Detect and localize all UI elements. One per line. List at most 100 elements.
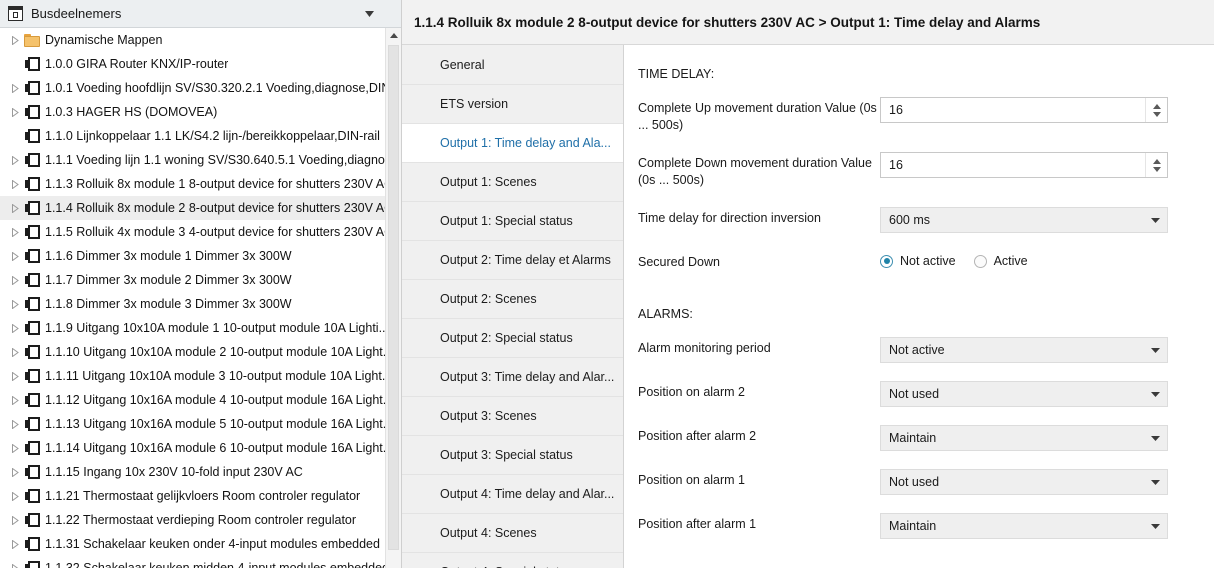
tab-label: Output 1: Scenes xyxy=(440,175,537,189)
tree-row[interactable]: 1.1.3 Rolluik 8x module 1 8-output devic… xyxy=(0,172,385,196)
expand-arrow-icon[interactable] xyxy=(7,536,23,552)
secured-down-label: Secured Down xyxy=(638,251,880,271)
expand-arrow-icon[interactable] xyxy=(7,272,23,288)
expand-arrow-icon[interactable] xyxy=(7,224,23,240)
chevron-down-icon[interactable] xyxy=(1143,480,1167,485)
expand-arrow-icon[interactable] xyxy=(7,416,23,432)
up-duration-value[interactable]: 16 xyxy=(881,103,1145,117)
expand-arrow-icon[interactable] xyxy=(7,32,23,48)
tab-output-3-special-status[interactable]: Output 3: Special status xyxy=(402,436,623,475)
down-duration-value[interactable]: 16 xyxy=(881,158,1145,172)
tree-row[interactable]: 1.1.5 Rolluik 4x module 3 4-output devic… xyxy=(0,220,385,244)
tree-row[interactable]: 1.1.8 Dimmer 3x module 3 Dimmer 3x 300W xyxy=(0,292,385,316)
tab-output-3-time-delay-and-alar[interactable]: Output 3: Time delay and Alar... xyxy=(402,358,623,397)
expand-arrow-icon[interactable] xyxy=(7,152,23,168)
tree-vertical-scrollbar[interactable] xyxy=(385,28,401,568)
expand-arrow-icon[interactable] xyxy=(7,440,23,456)
tab-output-1-special-status[interactable]: Output 1: Special status xyxy=(402,202,623,241)
expand-arrow-icon[interactable] xyxy=(7,512,23,528)
tab-output-1-scenes[interactable]: Output 1: Scenes xyxy=(402,163,623,202)
expand-arrow-icon[interactable] xyxy=(7,392,23,408)
tree-row[interactable]: 1.1.7 Dimmer 3x module 2 Dimmer 3x 300W xyxy=(0,268,385,292)
scroll-up-arrow-icon[interactable] xyxy=(386,28,401,43)
expand-arrow-icon[interactable] xyxy=(7,296,23,312)
tree-row-selected[interactable]: 1.1.4 Rolluik 8x module 2 8-output devic… xyxy=(0,196,385,220)
alarms-heading: ALARMS: xyxy=(638,307,1168,321)
expand-arrow-icon[interactable] xyxy=(7,344,23,360)
down-duration-stepper[interactable]: 16 xyxy=(880,152,1168,178)
up-duration-stepper[interactable]: 16 xyxy=(880,97,1168,123)
expand-arrow-icon[interactable] xyxy=(7,560,23,568)
tree-row[interactable]: 1.1.22 Thermostaat verdieping Room contr… xyxy=(0,508,385,532)
tree-row-label: 1.1.9 Uitgang 10x10A module 1 10-output … xyxy=(45,321,385,335)
scrollbar-thumb[interactable] xyxy=(388,45,399,550)
chevron-down-icon[interactable] xyxy=(1143,348,1167,353)
tab-output-2-special-status[interactable]: Output 2: Special status xyxy=(402,319,623,358)
tab-output-4-special-status[interactable]: Output 4: Special status xyxy=(402,553,623,568)
chevron-down-icon[interactable] xyxy=(1143,218,1167,223)
tab-output-2-scenes[interactable]: Output 2: Scenes xyxy=(402,280,623,319)
tab-output-2-time-delay-et-alarms[interactable]: Output 2: Time delay et Alarms xyxy=(402,241,623,280)
stepper-buttons[interactable] xyxy=(1145,98,1167,122)
alarm-monitoring-dropdown[interactable]: Not active xyxy=(880,337,1168,363)
position-after-alarm-2-value: Maintain xyxy=(881,431,1143,445)
device-icon xyxy=(23,417,41,431)
tree-scrollport: Dynamische Mappen 1.0.0 GIRA Router KNX/I… xyxy=(0,28,385,568)
tree-row[interactable]: 1.1.21 Thermostaat gelijkvloers Room con… xyxy=(0,484,385,508)
tree-row[interactable]: 1.0.3 HAGER HS (DOMOVEA) xyxy=(0,100,385,124)
tree-row[interactable]: 1.1.1 Voeding lijn 1.1 woning SV/S30.640… xyxy=(0,148,385,172)
window-icon xyxy=(8,6,23,21)
tree-row[interactable]: 1.1.14 Uitgang 10x16A module 6 10-output… xyxy=(0,436,385,460)
expand-arrow-icon[interactable] xyxy=(7,200,23,216)
stepper-buttons[interactable] xyxy=(1145,153,1167,177)
expand-arrow-icon[interactable] xyxy=(7,80,23,96)
tree-row[interactable]: 1.0.1 Voeding hoofdlijn SV/S30.320.2.1 V… xyxy=(0,76,385,100)
tab-general[interactable]: General xyxy=(402,46,623,85)
position-after-alarm-1-dropdown[interactable]: Maintain xyxy=(880,513,1168,539)
position-after-alarm-2-dropdown[interactable]: Maintain xyxy=(880,425,1168,451)
tree-row[interactable]: 1.1.15 Ingang 10x 230V 10-fold input 230… xyxy=(0,460,385,484)
tree-row[interactable]: 1.1.31 Schakelaar keuken onder 4-input m… xyxy=(0,532,385,556)
tab-output-4-time-delay-and-alar[interactable]: Output 4: Time delay and Alar... xyxy=(402,475,623,514)
tree-row[interactable]: 1.1.6 Dimmer 3x module 1 Dimmer 3x 300W xyxy=(0,244,385,268)
radio-button-icon[interactable] xyxy=(974,255,987,268)
radio-option[interactable]: Not active xyxy=(880,254,956,268)
tab-output-1-time-delay-and-ala[interactable]: Output 1: Time delay and Ala... xyxy=(402,124,623,163)
expand-arrow-icon[interactable] xyxy=(7,104,23,120)
expand-arrow-icon[interactable] xyxy=(7,248,23,264)
tree-row[interactable]: 1.1.11 Uitgang 10x10A module 3 10-output… xyxy=(0,364,385,388)
tab-output-4-scenes[interactable]: Output 4: Scenes xyxy=(402,514,623,553)
stepper-up-icon xyxy=(1153,159,1161,164)
tree-row[interactable]: 1.1.13 Uitgang 10x16A module 5 10-output… xyxy=(0,412,385,436)
tree-row[interactable]: 1.0.0 GIRA Router KNX/IP-router xyxy=(0,52,385,76)
expand-arrow-icon[interactable] xyxy=(7,488,23,504)
radio-button-icon[interactable] xyxy=(880,255,893,268)
radio-option[interactable]: Active xyxy=(974,254,1028,268)
tab-ets-version[interactable]: ETS version xyxy=(402,85,623,124)
expand-arrow-icon[interactable] xyxy=(7,176,23,192)
device-icon xyxy=(23,81,41,95)
tree-row[interactable]: 1.1.32 Schakelaar keuken midden 4-input … xyxy=(0,556,385,568)
radio-option-label: Active xyxy=(994,254,1028,268)
tree-row[interactable]: 1.1.10 Uitgang 10x10A module 2 10-output… xyxy=(0,340,385,364)
direction-inversion-dropdown[interactable]: 600 ms xyxy=(880,207,1168,233)
expand-arrow-icon[interactable] xyxy=(7,320,23,336)
tree-row[interactable]: 1.1.12 Uitgang 10x16A module 4 10-output… xyxy=(0,388,385,412)
expand-arrow-icon[interactable] xyxy=(7,368,23,384)
chevron-down-icon[interactable] xyxy=(1143,392,1167,397)
position-on-alarm-1-dropdown[interactable]: Not used xyxy=(880,469,1168,495)
breadcrumb-bar: 1.1.4 Rolluik 8x module 2 8-output devic… xyxy=(402,0,1214,45)
expand-arrow-icon[interactable] xyxy=(7,464,23,480)
position-on-alarm-2-dropdown[interactable]: Not used xyxy=(880,381,1168,407)
chevron-down-icon[interactable] xyxy=(1143,436,1167,441)
tree-row[interactable]: 1.1.0 Lijnkoppelaar 1.1 LK/S4.2 lijn-/be… xyxy=(0,124,385,148)
tree-row[interactable]: Dynamische Mappen xyxy=(0,28,385,52)
secured-down-radio-group[interactable]: Not active Active xyxy=(880,251,1168,268)
expand-arrow-icon xyxy=(7,56,23,72)
tab-output-3-scenes[interactable]: Output 3: Scenes xyxy=(402,397,623,436)
chevron-down-icon[interactable] xyxy=(1143,524,1167,529)
tree-row-label: Dynamische Mappen xyxy=(45,33,162,47)
device-icon xyxy=(23,153,41,167)
tree-row[interactable]: 1.1.9 Uitgang 10x10A module 1 10-output … xyxy=(0,316,385,340)
chevron-down-icon[interactable] xyxy=(361,6,377,22)
